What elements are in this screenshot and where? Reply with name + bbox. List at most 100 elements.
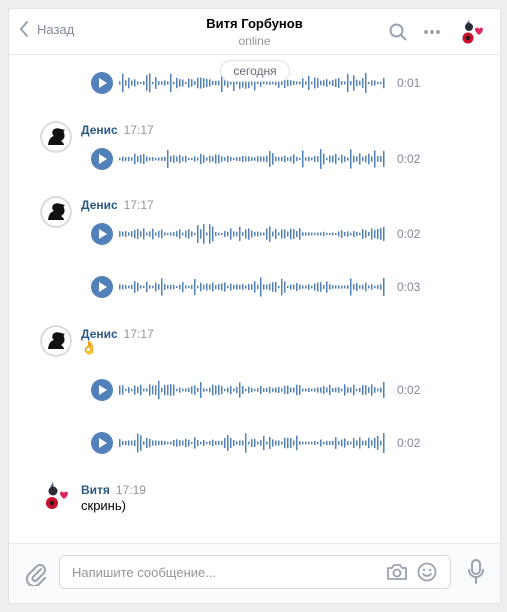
play-button[interactable] (91, 72, 113, 94)
attach-icon[interactable] (25, 562, 47, 586)
waveform-bar (302, 150, 304, 168)
waveform-bar (263, 81, 265, 85)
message-history[interactable]: сегодня 0:01 Денис 17:17 0:02 Денис 17:1… (9, 56, 500, 544)
message-text: скринь) (81, 498, 126, 513)
waveform-bar (335, 437, 337, 449)
voice-waveform[interactable] (119, 223, 387, 245)
waveform-bar (344, 156, 346, 162)
message-author[interactable]: Денис (81, 198, 118, 212)
waveform-bar (263, 388, 265, 392)
smile-icon[interactable] (417, 562, 437, 582)
avatar[interactable] (40, 121, 72, 153)
waveform-bar (338, 78, 340, 88)
waveform-bar (176, 231, 178, 237)
waveform-bar (227, 155, 229, 163)
waveform-bar (275, 228, 277, 240)
message-time: 17:17 (123, 123, 154, 137)
waveform-bar (260, 385, 262, 395)
message-author[interactable]: Денис (81, 327, 118, 341)
waveform-bar (293, 80, 295, 86)
waveform-bar (158, 157, 160, 161)
waveform-bar (128, 156, 130, 162)
avatar[interactable] (40, 196, 72, 228)
play-button[interactable] (91, 276, 113, 298)
waveform-bar (356, 79, 358, 87)
waveform-bar (182, 79, 184, 87)
search-icon[interactable] (389, 23, 407, 41)
waveform-bar (140, 384, 142, 396)
waveform-bar (236, 386, 238, 394)
message-input[interactable] (72, 563, 372, 581)
waveform-bar (287, 385, 289, 395)
waveform-bar (278, 157, 280, 161)
waveform-bar (230, 228, 232, 240)
waveform-bar (224, 157, 226, 161)
waveform-bar (254, 157, 256, 161)
waveform-bar (170, 384, 172, 396)
voice-waveform[interactable] (119, 432, 387, 454)
waveform-bar (326, 232, 328, 236)
waveform-bar (350, 278, 352, 296)
waveform-bar (353, 155, 355, 163)
waveform-bar (119, 231, 121, 237)
voice-message: 0:02 (91, 223, 431, 245)
peer-avatar[interactable] (458, 18, 486, 46)
message-time: 17:17 (123, 198, 154, 212)
waveform-bar (323, 231, 325, 237)
message-author[interactable]: Витя (81, 483, 110, 497)
waveform-bar (206, 388, 208, 392)
voice-waveform[interactable] (119, 379, 387, 401)
waveform-bar (275, 156, 277, 162)
waveform-bar (137, 228, 139, 240)
waveform-bar (251, 230, 253, 238)
waveform-bar (371, 384, 373, 396)
microphone-icon[interactable] (467, 559, 485, 585)
waveform-bar (242, 284, 244, 290)
waveform-bar (134, 385, 136, 395)
waveform-bar (359, 80, 361, 86)
waveform-bar (302, 388, 304, 392)
avatar[interactable] (40, 325, 72, 357)
message-author[interactable]: Денис (81, 123, 118, 137)
avatar[interactable] (40, 480, 72, 512)
waveform-bar (347, 73, 349, 93)
waveform-bar (149, 438, 151, 448)
waveform-bar (266, 155, 268, 163)
waveform-bar (278, 232, 280, 236)
message-input-box[interactable] (59, 555, 451, 589)
waveform-bar (122, 73, 124, 93)
waveform-bar (218, 441, 220, 445)
waveform-bar (374, 80, 376, 86)
waveform-bar (122, 385, 124, 395)
voice-duration: 0:03 (397, 280, 421, 294)
play-button[interactable] (91, 223, 113, 245)
waveform-bar (341, 285, 343, 289)
waveform-bar (281, 229, 283, 239)
waveform-bar (260, 232, 262, 236)
waveform-bar (218, 80, 220, 86)
waveform-bar (251, 387, 253, 393)
waveform-bar (380, 228, 382, 240)
waveform-bar (311, 441, 313, 445)
message-time: 17:17 (123, 327, 154, 341)
waveform-bar (338, 285, 340, 289)
camera-icon[interactable] (386, 563, 408, 581)
voice-waveform[interactable] (119, 276, 387, 298)
play-button[interactable] (91, 148, 113, 170)
waveform-bar (152, 385, 154, 395)
more-icon[interactable] (423, 29, 441, 35)
play-button[interactable] (91, 379, 113, 401)
waveform-bar (353, 231, 355, 237)
waveform-bar (224, 388, 226, 392)
play-button[interactable] (91, 432, 113, 454)
waveform-bar (311, 285, 313, 289)
voice-waveform[interactable] (119, 148, 387, 170)
waveform-bar (335, 78, 337, 88)
waveform-bar (206, 232, 208, 236)
waveform-bar (158, 440, 160, 446)
waveform-bar (284, 437, 286, 449)
waveform-bar (137, 156, 139, 162)
waveform-bar (308, 284, 310, 290)
waveform-bar (245, 229, 247, 239)
waveform-bar (311, 157, 313, 161)
